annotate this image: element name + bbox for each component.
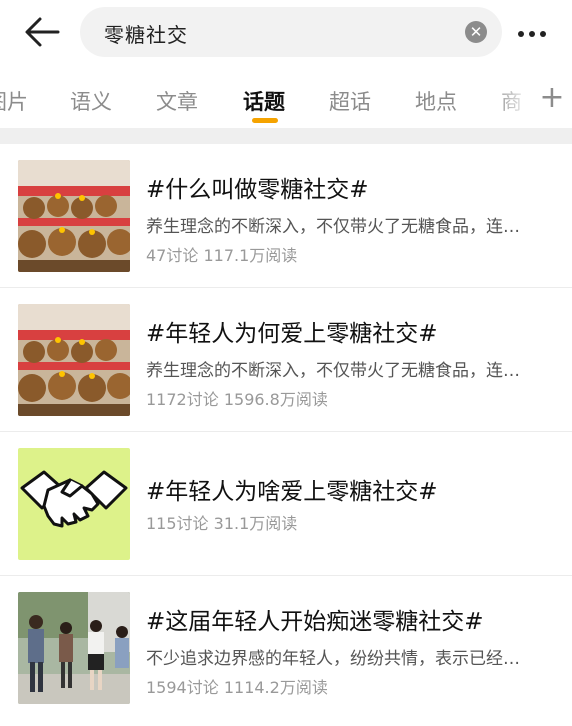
topic-title[interactable]: #这届年轻人开始痴迷零糖社交# (146, 602, 484, 636)
topic-description: 不少追求边界感的年轻人，纷纷共情，表示已经… (146, 649, 520, 669)
topic-title[interactable]: #什么叫做零糖社交# (146, 170, 369, 204)
tab-super-topics[interactable]: 超话 (329, 86, 371, 116)
capybara-plush-photo (18, 304, 130, 416)
close-icon[interactable]: ✕ (465, 21, 487, 43)
tab-places[interactable]: 地点 (415, 86, 457, 116)
search-box[interactable]: 零糖社交 ✕ (80, 7, 502, 57)
add-tab-icon[interactable]: + (532, 80, 572, 115)
topic-description: 养生理念的不断深入，不仅带火了无糖食品，连… (146, 361, 520, 381)
topic-item[interactable]: #什么叫做零糖社交# 养生理念的不断深入，不仅带火了无糖食品，连… 47讨论 1… (0, 144, 572, 288)
topic-stats: 1172讨论 1596.8万阅读 (146, 390, 328, 409)
topic-item[interactable]: #年轻人为何爱上零糖社交# 养生理念的不断深入，不仅带火了无糖食品，连… 117… (0, 288, 572, 432)
top-bar: 零糖社交 ✕ (0, 0, 572, 64)
tab-semantic[interactable]: 语义 (70, 86, 112, 116)
back-arrow-icon[interactable] (22, 14, 62, 50)
topic-stats: 47讨论 117.1万阅读 (146, 246, 298, 265)
tab-articles[interactable]: 文章 (156, 86, 198, 116)
people-street-photo (18, 592, 130, 704)
capybara-plush-photo (18, 160, 130, 272)
section-divider (0, 128, 572, 144)
tab-topics[interactable]: 话题 (243, 86, 285, 116)
topic-title[interactable]: #年轻人为啥爱上零糖社交# (146, 472, 438, 506)
topic-item[interactable]: #年轻人为啥爱上零糖社交# 115讨论 31.1万阅读 (0, 432, 572, 576)
topic-title[interactable]: #年轻人为何爱上零糖社交# (146, 314, 438, 348)
tab-bar: 图片 语义 文章 话题 超话 地点 商 + (0, 64, 572, 128)
topic-stats: 115讨论 31.1万阅读 (146, 514, 298, 533)
active-tab-indicator (252, 118, 278, 123)
topic-description: 养生理念的不断深入，不仅带火了无糖食品，连… (146, 217, 520, 237)
handshake-icon (18, 448, 130, 560)
topic-item[interactable]: #这届年轻人开始痴迷零糖社交# 不少追求边界感的年轻人，纷纷共情，表示已经… 1… (0, 576, 572, 719)
topic-stats: 1594讨论 1114.2万阅读 (146, 678, 328, 697)
search-input[interactable]: 零糖社交 (104, 19, 188, 48)
tab-images[interactable]: 图片 (0, 86, 28, 116)
more-options-icon[interactable] (518, 22, 554, 42)
